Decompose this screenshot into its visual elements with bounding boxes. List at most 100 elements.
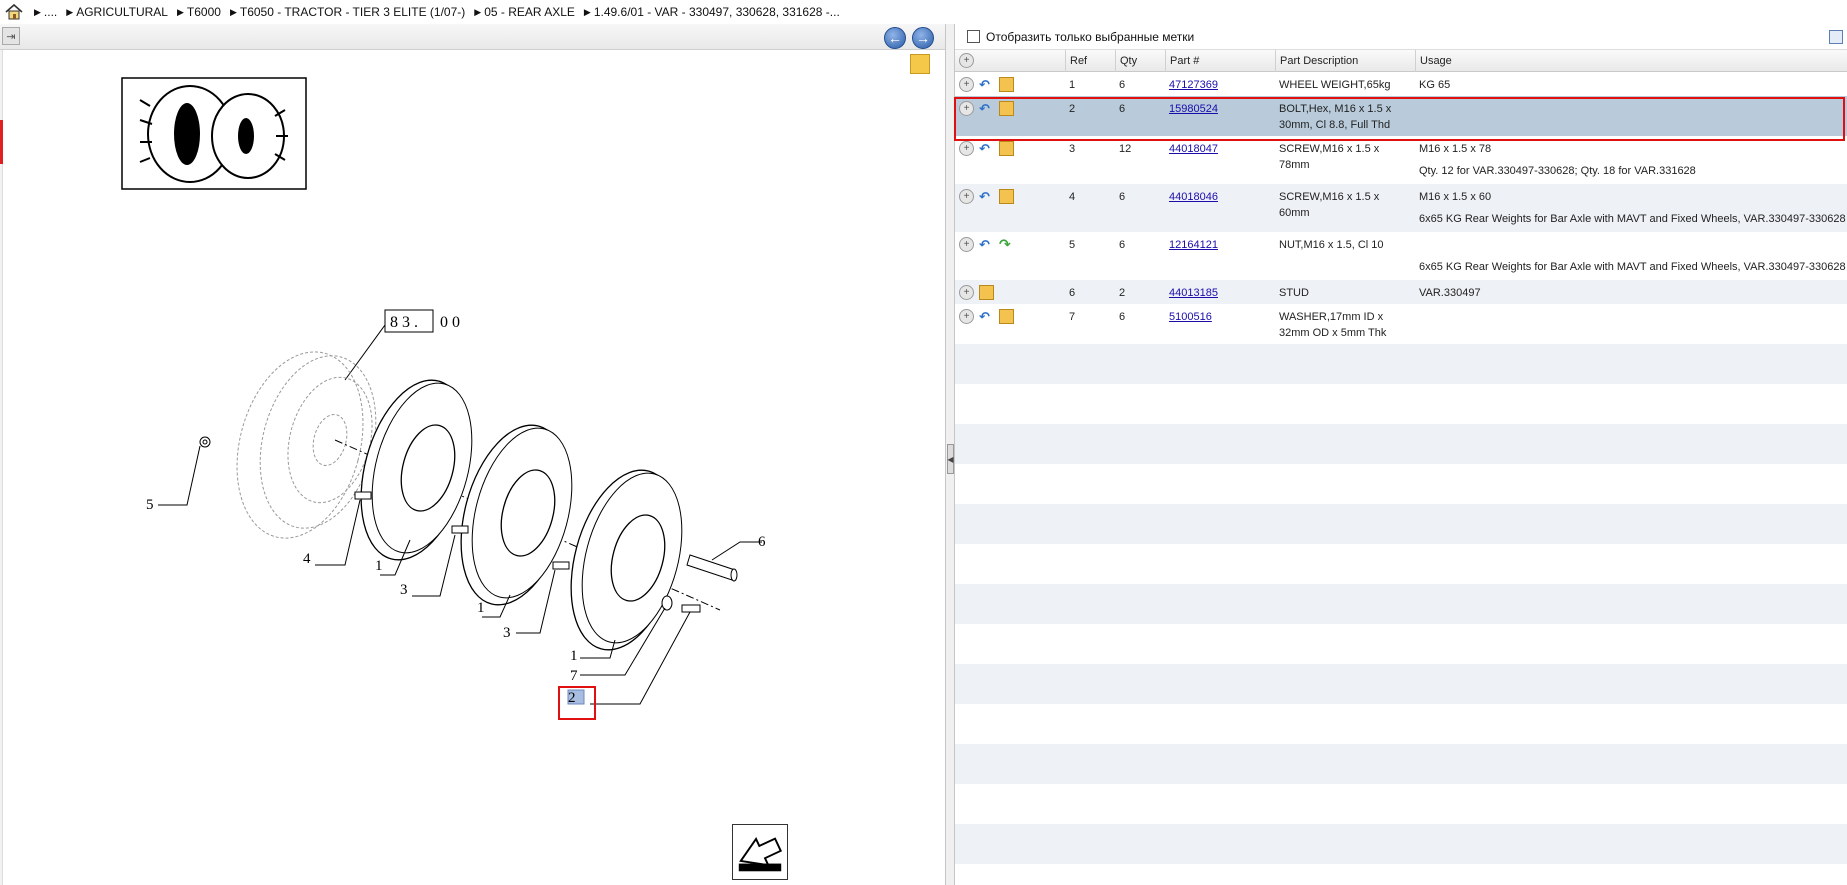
wheel-weight-3[interactable] [553,458,699,662]
row-part[interactable]: 44018047 [1165,136,1222,162]
callout-3b[interactable]: 3 [503,625,511,641]
stud-part[interactable] [686,554,738,582]
bolt-part[interactable] [681,604,701,613]
row-ref: 4 [1069,191,1076,203]
exit-arrow-icon[interactable] [732,824,788,880]
row-part[interactable]: 44018046 [1165,184,1222,210]
row-ref: 1 [1069,79,1076,91]
drawing-pane: ⇥ ← → 8 3 . 0 0 5 4 1 3 1 3 1 7 6 2 [0,24,945,885]
reply-arrow-icon[interactable]: ↶ [979,77,994,92]
tractor-thumbnail[interactable] [121,77,307,190]
collapse-icon[interactable]: ⇥ [2,27,20,45]
header-qty[interactable]: Qty [1115,50,1165,72]
table-row[interactable]: + ↶ 7 6 5100516 WASHER,17mm ID x 32mm OD … [955,304,1847,344]
nut-part[interactable] [199,436,211,448]
part-number-link[interactable]: 12164121 [1169,239,1218,251]
package-icon[interactable] [999,309,1014,324]
part-number-link[interactable]: 5100516 [1169,311,1212,323]
package-icon[interactable] [999,101,1014,116]
screw-part-4[interactable] [354,491,372,500]
callout-7[interactable]: 7 [570,668,578,684]
callout-1b[interactable]: 1 [477,600,485,616]
home-icon[interactable] [4,3,24,21]
callout-3a[interactable]: 3 [400,582,408,598]
part-number-link[interactable]: 44018047 [1169,143,1218,155]
row-part[interactable]: 5100516 [1165,304,1216,330]
add-icon[interactable]: + [959,77,974,92]
ref-label-suffix: 0 0 [440,314,460,331]
row-part[interactable]: 47127369 [1165,72,1222,98]
part-number-link[interactable]: 47127369 [1169,79,1218,91]
callout-1c[interactable]: 1 [570,648,578,664]
row-usage: VAR.330497 [1419,287,1481,299]
row-part[interactable]: 44013185 [1165,280,1222,306]
table-row[interactable]: + 6 2 44013185 STUD VAR.330497 [955,280,1847,304]
reply-arrow-icon[interactable]: ↶ [979,101,994,116]
header-description[interactable]: Part Description [1275,50,1415,72]
parts-pane: Отобразить только выбранные метки + Ref … [955,24,1847,885]
empty-row [955,744,1847,784]
row-usage: M16 x 1.5 x 60 [1419,191,1492,203]
empty-row [955,664,1847,704]
callout-1a[interactable]: 1 [375,558,383,574]
header-part[interactable]: Part # [1165,50,1275,72]
add-icon[interactable]: + [959,101,974,116]
screw-part-3a[interactable] [451,525,469,534]
add-icon[interactable]: + [959,309,974,324]
breadcrumb-item-agricultural[interactable]: ▶ AGRICULTURAL [66,5,168,19]
collapse-handle-icon[interactable]: ◀ [947,444,954,474]
back-arrow-icon[interactable]: ← [884,27,906,49]
breadcrumb-item-current[interactable]: ▶ 1.49.6/01 - VAR - 330497, 330628, 33162… [584,5,840,19]
header-ref[interactable]: Ref [1065,50,1115,72]
package-icon[interactable] [999,189,1014,204]
row-part[interactable]: 12164121 [1165,232,1222,258]
add-all-icon[interactable]: + [955,50,977,72]
callout-6[interactable]: 6 [758,534,766,550]
reply-arrow-icon[interactable]: ↶ [979,237,994,252]
filter-bar: Отобразить только выбранные метки [955,24,1847,50]
washer-part[interactable] [661,595,673,611]
table-row[interactable]: + ↶ ↷ 5 6 12164121 NUT,M16 x 1.5, Cl 10 6x… [955,232,1847,280]
breadcrumb-item-root[interactable]: ▶.... [34,5,57,19]
show-selected-checkbox[interactable] [967,30,980,43]
callout-selection-box [558,686,596,720]
add-icon[interactable]: + [959,189,974,204]
part-number-link[interactable]: 44018046 [1169,191,1218,203]
header-usage[interactable]: Usage [1415,50,1847,72]
reply-arrow-icon[interactable]: ↶ [979,141,994,156]
callout-4[interactable]: 4 [303,551,311,567]
forward-green-arrow-icon[interactable]: ↷ [999,237,1014,252]
table-row-selected[interactable]: + ↶ 2 6 15980524 BOLT,Hex, M16 x 1.5 x 30… [955,96,1847,136]
row-ref: 3 [1069,143,1076,155]
table-row[interactable]: + ↶ 3 12 44018047 SCREW,M16 x 1.5 x 78mm … [955,136,1847,184]
add-icon[interactable]: + [959,141,974,156]
breadcrumb-item-rear-axle[interactable]: ▶ 05 - REAR AXLE [474,5,575,19]
package-icon[interactable] [979,285,994,300]
part-number-link[interactable]: 15980524 [1169,103,1218,115]
reply-arrow-icon[interactable]: ↶ [979,189,994,204]
pane-splitter[interactable]: ◀ [945,24,955,885]
callout-5[interactable]: 5 [146,497,154,513]
column-settings-icon[interactable] [1829,30,1843,44]
row-desc: SCREW,M16 x 1.5 x 78mm [1279,143,1380,171]
row-usage [1415,304,1423,314]
part-number-link[interactable]: 44013185 [1169,287,1218,299]
table-row[interactable]: + ↶ 4 6 44018046 SCREW,M16 x 1.5 x 60mm M… [955,184,1847,232]
screw-part-3b[interactable] [552,561,570,570]
add-icon[interactable]: + [959,237,974,252]
add-icon[interactable]: + [959,285,974,300]
row-part[interactable]: 15980524 [1165,96,1222,122]
row-usage: M16 x 1.5 x 78 [1419,143,1492,155]
breadcrumb-item-t6000[interactable]: ▶ T6000 [177,5,221,19]
row-qty: 12 [1119,143,1132,155]
package-icon[interactable] [999,141,1014,156]
breadcrumb-item-t6050[interactable]: ▶ T6050 - TRACTOR - TIER 3 ELITE (1/07-) [230,5,465,19]
reply-arrow-icon[interactable]: ↶ [979,309,994,324]
exploded-view-drawing: 8 3 . 0 0 5 4 1 3 1 3 1 7 6 2 [121,77,766,706]
row-qty: 6 [1119,103,1126,115]
empty-row [955,424,1847,464]
forward-arrow-icon[interactable]: → [912,27,934,49]
row-ref: 5 [1069,239,1076,251]
table-row[interactable]: + ↶ 1 6 47127369 WHEEL WEIGHT,65kg KG 65 [955,72,1847,96]
package-icon[interactable] [999,77,1014,92]
